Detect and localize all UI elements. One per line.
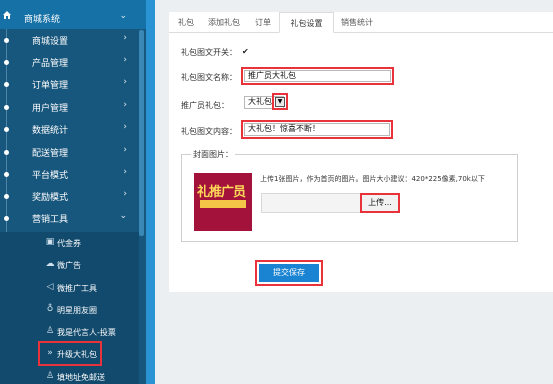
tab-gift-settings[interactable]: 礼包设置 — [279, 12, 334, 33]
subitem-label: 微广告 — [57, 261, 81, 270]
sidebar-item-label: 营销工具 — [32, 215, 69, 225]
main-content: 礼包 添加礼包 订单 礼包设置 销售统计 礼包图文开关： ✔ 礼包图文名称： 推… — [155, 0, 553, 384]
tree-dot-icon — [4, 216, 9, 221]
sidebar-item-label: 平台模式 — [32, 171, 69, 181]
cover-legend: 封面图片： — [191, 149, 235, 160]
chevron-right-icon: › — [123, 122, 127, 132]
home-icon — [3, 11, 11, 19]
sidebar-scrollbar[interactable] — [139, 30, 144, 236]
sidebar-item-statistics[interactable]: 数据统计 › — [0, 118, 139, 140]
sidebar-item-orders[interactable]: 订单管理 › — [0, 73, 139, 95]
subitem-star-moments[interactable]: ♁ 明星朋友圈 — [0, 299, 139, 321]
cover-art: 礼推广员 — [197, 185, 246, 200]
cover-image-fieldset: 封面图片： 礼推广员 上传1张图片，作为首页的图片。图片大小建议：420*225… — [181, 149, 518, 242]
sidebar-item-label: 数据统计 — [32, 126, 69, 136]
tree-dot-icon — [4, 194, 9, 199]
tree-dot-icon — [4, 172, 9, 177]
subitem-micro-ads[interactable]: ☁ 微广告 — [0, 254, 139, 276]
tree-dot-icon — [4, 127, 9, 132]
sidebar-item-label: 订单管理 — [32, 81, 69, 91]
chevron-right-icon: › — [123, 77, 127, 87]
sidebar-item-label: 商城设置 — [32, 37, 69, 47]
tree-dot-icon — [4, 82, 9, 87]
settings-panel: 礼包 添加礼包 订单 礼包设置 销售统计 礼包图文开关： ✔ 礼包图文名称： 推… — [169, 12, 553, 292]
name-label: 礼包图文名称： — [181, 73, 237, 82]
tab-sales-stats[interactable]: 销售统计 — [334, 12, 380, 33]
user-icon: ♙ — [45, 326, 55, 336]
content-label: 礼包图文内容： — [181, 127, 237, 136]
switch-checkbox[interactable]: ✔ — [242, 47, 249, 56]
sidebar-item-mall-system[interactable]: 商城系统 ⌄ — [0, 3, 139, 25]
promoter-label: 推广员礼包： — [181, 101, 229, 110]
subitem-label: 明星朋友圈 — [57, 306, 97, 315]
tab-gift[interactable]: 礼包 — [171, 12, 201, 33]
sidebar-item-label: 奖励模式 — [32, 193, 69, 203]
upload-button[interactable]: 上传... — [360, 193, 400, 213]
gift-content-input[interactable]: 大礼包！惊喜不断！ — [244, 123, 390, 136]
subitem-free-shipping[interactable]: ♙ 填地址免邮送 — [0, 366, 139, 384]
tree-dot-icon — [4, 105, 9, 110]
subitem-label: 我是代言人-投票 — [57, 328, 116, 337]
sidebar-item-label: 配送管理 — [32, 149, 69, 159]
sidebar-divider-strip — [146, 0, 155, 384]
sidebar-title: 商城系统 — [24, 15, 61, 25]
submit-highlight: 提交保存 — [255, 260, 323, 286]
tab-orders[interactable]: 订单 — [248, 12, 278, 33]
file-path-field[interactable] — [261, 193, 361, 213]
subitem-spokesperson-vote[interactable]: ♙ 我是代言人-投票 — [0, 321, 139, 343]
cover-banner-shape — [200, 200, 246, 208]
sidebar-item-marketing-tools[interactable]: 营销工具 ⌄ — [0, 207, 139, 229]
chevron-right-icon: › — [123, 55, 127, 65]
upload-tip: 上传1张图片，作为首页的图片。图片大小建议：420*225像素,70k以下 — [260, 175, 485, 183]
submit-save-button[interactable]: 提交保存 — [259, 264, 319, 282]
switch-label: 礼包图文开关： — [181, 48, 237, 57]
sidebar-item-products[interactable]: 产品管理 › — [0, 51, 139, 73]
chevron-right-icon: › — [123, 33, 127, 43]
tree-dot-icon — [4, 38, 9, 43]
tree-dot-icon — [4, 150, 9, 155]
bulb-icon: ♁ — [46, 304, 54, 314]
subitem-label: 微推广工具 — [57, 284, 97, 293]
cover-image-preview: 礼推广员 — [194, 173, 252, 231]
chevron-right-icon: › — [123, 100, 127, 110]
megaphone-icon: ◁ — [46, 282, 54, 292]
user-icon: ♙ — [45, 371, 55, 381]
chevron-down-icon: ⌄ — [119, 11, 127, 21]
chevron-right-icon: › — [123, 189, 127, 199]
chevron-right-icon: › — [123, 145, 127, 155]
subitem-label: 代金券 — [57, 239, 81, 248]
sidebar: 商城系统 ⌄ 商城设置 › 产品管理 › 订单管理 › 用户管理 › 数据统计 … — [0, 0, 146, 384]
sidebar-item-reward-mode[interactable]: 奖励模式 › — [0, 185, 139, 207]
dropdown-arrow-icon[interactable]: ▼ — [275, 97, 285, 107]
sidebar-item-platform-mode[interactable]: 平台模式 › — [0, 163, 139, 185]
sidebar-item-mall-settings[interactable]: 商城设置 › — [0, 29, 139, 51]
subitem-coupon[interactable]: ▣ 代金券 — [0, 232, 139, 254]
subitem-promotion-tool[interactable]: ◁ 微推广工具 — [0, 277, 139, 299]
coupon-icon: ▣ — [45, 237, 55, 247]
tab-add-gift[interactable]: 添加礼包 — [201, 12, 247, 33]
tree-dot-icon — [4, 60, 9, 65]
tab-bar: 礼包 添加礼包 订单 礼包设置 销售统计 — [169, 12, 553, 33]
sidebar-item-label: 用户管理 — [32, 104, 69, 114]
sidebar-item-label: 产品管理 — [32, 59, 69, 69]
chevron-right-icon: › — [123, 167, 127, 177]
sidebar-item-users[interactable]: 用户管理 › — [0, 96, 139, 118]
active-item-highlight — [38, 341, 102, 366]
sidebar-item-delivery[interactable]: 配送管理 › — [0, 141, 139, 163]
chevron-down-icon: ⌄ — [119, 211, 127, 221]
gift-name-input[interactable]: 推广员大礼包 — [244, 70, 391, 82]
subitem-label: 填地址免邮送 — [57, 373, 105, 382]
cloud-icon: ☁ — [45, 259, 55, 269]
